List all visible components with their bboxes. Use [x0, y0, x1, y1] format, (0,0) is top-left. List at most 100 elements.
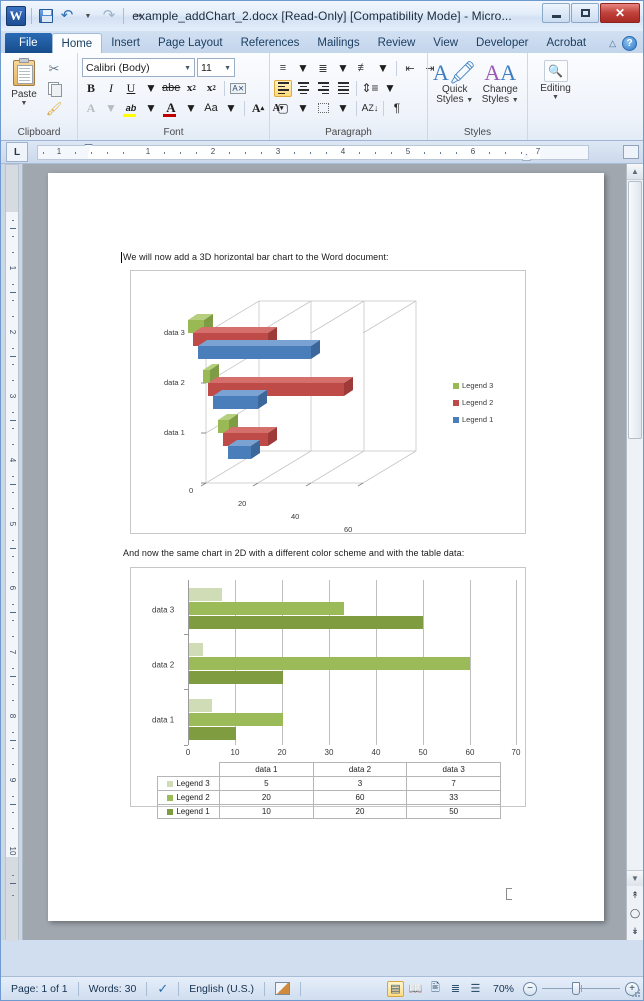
chart-3d-bar[interactable]: data 3 data 2 data 1 0 20 40 60 Legend 3 [130, 270, 526, 534]
tab-mailings[interactable]: Mailings [308, 33, 368, 53]
numbering-dropdown-icon[interactable]: ▼ [334, 59, 352, 77]
line-spacing-dropdown-icon[interactable]: ▼ [381, 79, 399, 97]
paste-button[interactable]: Paste ▼ [5, 56, 43, 107]
align-center-button[interactable] [294, 80, 312, 97]
undo-dropdown-icon[interactable]: ▼ [79, 7, 97, 25]
save-icon[interactable] [37, 7, 55, 25]
multilevel-dropdown-icon[interactable]: ▼ [374, 59, 392, 77]
bullets-button[interactable]: ≡ [274, 60, 292, 76]
bullets-dropdown-icon[interactable]: ▼ [294, 59, 312, 77]
tab-home[interactable]: Home [51, 33, 103, 54]
select-browse-object-icon[interactable]: ◯ [627, 904, 643, 922]
tab-developer[interactable]: Developer [467, 33, 537, 53]
shading-button[interactable]: ▢ [274, 100, 292, 117]
copy-icon[interactable] [45, 80, 63, 97]
tab-page-layout[interactable]: Page Layout [149, 33, 232, 53]
tab-references[interactable]: References [232, 33, 309, 53]
multilevel-list-button[interactable]: ≢ [354, 60, 372, 76]
word-count[interactable]: Words: 30 [79, 977, 147, 1000]
resize-grip[interactable] [631, 989, 641, 999]
change-case-dropdown-icon[interactable]: ▼ [222, 99, 240, 117]
zoom-track[interactable] [542, 982, 620, 995]
word-logo-icon[interactable]: W [6, 6, 26, 26]
justify-button[interactable] [334, 80, 352, 97]
zoom-thumb[interactable] [571, 982, 580, 995]
tab-file[interactable]: File [5, 33, 52, 53]
help-icon[interactable]: ? [622, 36, 637, 51]
view-web-layout-button[interactable]: 🖹 [427, 981, 444, 997]
tab-insert[interactable]: Insert [102, 33, 149, 53]
align-left-button[interactable] [274, 79, 292, 97]
macro-record-button[interactable] [265, 977, 300, 1000]
table-legend-legend2: Legend 2 [157, 790, 220, 805]
highlight-color-button[interactable]: ab [122, 99, 140, 117]
tab-view[interactable]: View [424, 33, 467, 53]
strikethrough-button[interactable]: abe [162, 79, 180, 97]
font-color-dropdown-icon[interactable]: ▼ [182, 99, 200, 117]
editing-button[interactable]: 🔍 Editing ▼ [534, 56, 578, 101]
redo-icon[interactable]: ↷ [100, 7, 118, 25]
superscript-button[interactable]: x2 [202, 79, 220, 97]
zoom-level[interactable]: 70% [487, 983, 520, 995]
change-styles-button[interactable]: AA Change Styles ▼ [478, 59, 524, 106]
numbering-button[interactable]: ≣ [314, 60, 332, 76]
chart-2d-bar[interactable]: data 3 data 2 data 1 0 10 20 30 40 50 60… [130, 567, 526, 819]
italic-button[interactable]: I [102, 79, 120, 97]
undo-icon[interactable]: ↶ [58, 7, 76, 25]
format-painter-icon[interactable]: 🖌 [45, 100, 63, 117]
view-full-screen-reading-button[interactable]: 📖 [407, 981, 424, 997]
tab-review[interactable]: Review [369, 33, 425, 53]
view-print-layout-button[interactable]: ▤ [386, 980, 404, 997]
zoom-out-button[interactable]: − [523, 981, 537, 996]
cut-icon[interactable]: ✂ [45, 60, 63, 77]
view-draft-button[interactable]: ☰ [467, 981, 484, 997]
text-effects-dropdown-icon[interactable]: ▼ [102, 99, 120, 117]
next-page-icon[interactable]: ↡ [627, 922, 643, 940]
align-right-button[interactable] [314, 80, 332, 97]
clear-formatting-icon[interactable]: A⨯ [229, 79, 247, 97]
decrease-indent-button[interactable]: ⇤ [401, 60, 419, 76]
scroll-down-button[interactable]: ▼ [627, 870, 643, 886]
tab-stop-selector[interactable]: L [6, 142, 28, 162]
minimize-button[interactable] [542, 3, 570, 23]
change-case-button[interactable]: Aa [202, 99, 220, 117]
vertical-ruler[interactable]: 1 2 3 4 5 6 7 8 9 10 [1, 164, 23, 941]
font-color-button[interactable]: A [162, 99, 180, 117]
underline-dropdown-icon[interactable]: ▼ [142, 79, 160, 97]
previous-page-icon[interactable]: ↟ [627, 886, 643, 904]
quick-styles-button[interactable]: A🖍 Quick Styles ▼ [432, 59, 478, 106]
shading-dropdown-icon[interactable]: ▼ [294, 99, 312, 117]
minimize-ribbon-icon[interactable]: △ [609, 38, 616, 49]
document-canvas[interactable]: We will now add a 3D horizontal bar char… [23, 164, 626, 940]
font-name-combobox[interactable]: Calibri (Body) ▼ [82, 58, 195, 77]
bold-button[interactable]: B [82, 79, 100, 97]
font-size-combobox[interactable]: 11 ▼ [197, 58, 235, 77]
spelling-status-icon[interactable]: ✓ [147, 977, 178, 1000]
borders-button[interactable] [314, 100, 332, 117]
vertical-scrollbar[interactable]: ▲ ▼ ↟ ◯ ↡ [626, 164, 643, 940]
page-indicator[interactable]: Page: 1 of 1 [1, 977, 78, 1000]
view-outline-button[interactable]: ≣ [447, 981, 464, 997]
horizontal-ruler[interactable]: 1 1 2 3 4 5 6 7 [37, 143, 589, 161]
subscript-button[interactable]: x2 [182, 79, 200, 97]
zoom-slider[interactable]: − + [523, 981, 639, 996]
view-ruler-toggle[interactable] [619, 142, 643, 162]
customize-qat-icon[interactable]: ≡▾ [129, 7, 147, 25]
editing-dropdown-icon[interactable]: ▼ [552, 94, 559, 101]
scroll-thumb[interactable] [628, 181, 642, 439]
show-formatting-marks-button[interactable]: ¶ [388, 100, 406, 117]
paste-dropdown-icon[interactable]: ▼ [21, 100, 28, 107]
language-indicator[interactable]: English (U.S.) [179, 977, 264, 1000]
close-button[interactable]: ✕ [600, 3, 640, 23]
line-spacing-button[interactable]: ⇕≡ [361, 80, 379, 97]
underline-button[interactable]: U [122, 79, 140, 97]
text-effects-button[interactable]: A [82, 99, 100, 117]
borders-dropdown-icon[interactable]: ▼ [334, 99, 352, 117]
highlight-dropdown-icon[interactable]: ▼ [142, 99, 160, 117]
tab-acrobat[interactable]: Acrobat [537, 33, 595, 53]
sort-button[interactable]: A Z↓ [361, 100, 379, 117]
maximize-button[interactable] [571, 3, 599, 23]
scroll-up-button[interactable]: ▲ [627, 164, 643, 180]
document-page[interactable]: We will now add a 3D horizontal bar char… [48, 173, 604, 921]
grow-font-button[interactable]: A ▴ [249, 99, 267, 117]
